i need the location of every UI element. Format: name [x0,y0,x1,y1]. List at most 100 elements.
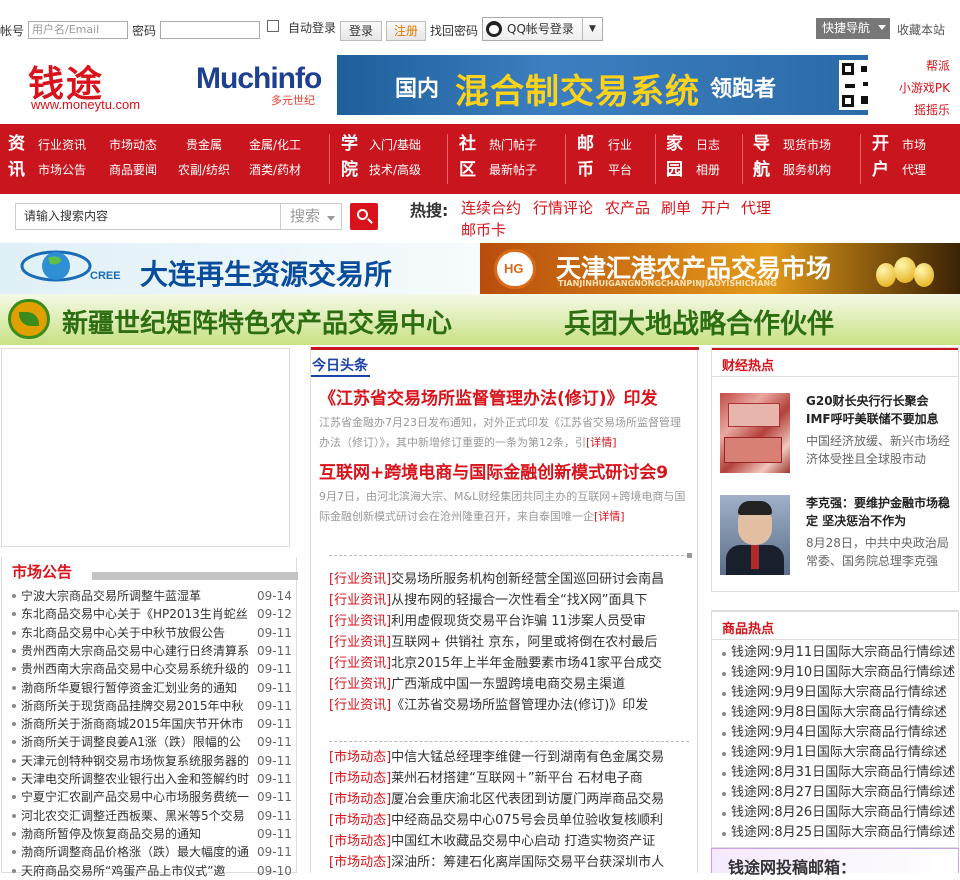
notice-list-item[interactable]: 浙商所关于调整良姜A1涨（跌）限幅的公 09-11 [10,733,294,751]
industry-news-item[interactable]: [行业资讯]交易场所服务机构创新经营全国巡回研讨会南昌 [329,570,691,590]
notice-title[interactable]: 渤商所华夏银行暂停资金汇划业务的通知 [21,679,253,697]
notice-list-item[interactable]: 浙商所关于现货商品挂牌交易2015年中秋 09-11 [10,697,294,715]
news-title-link[interactable]: 深油所：筹建石化离岸国际交易平台获深圳市人 [391,855,664,870]
headline-2[interactable]: 互联网+跨境电商与国际金融创新模式研讨会9 [319,458,694,483]
commodity-hot-link[interactable]: 钱途网:9月4日国际大宗商品行情综述 [731,723,947,743]
register-button[interactable]: 注册 [386,21,426,41]
notice-title[interactable]: 河北农交汇调整迁西板栗、黑米等5个交易 [21,807,253,825]
news-category-link[interactable]: [市场动态] [329,750,391,765]
news-category-link[interactable]: [行业资讯] [329,656,391,671]
commodity-hot-item[interactable]: 钱途网:9月4日国际大宗商品行情综述 [720,723,956,743]
nav-item-market-trends[interactable]: 市场动态 [109,136,157,153]
notice-title[interactable]: 贵州西南大宗商品交易中心交易系统升级的 [21,660,253,678]
headline-1[interactable]: 《江苏省交易场所监督管理办法(修订)》印发 [319,384,694,409]
news-category-link[interactable]: [行业资讯] [329,635,391,650]
notice-list-item[interactable]: 贵州西南大宗商品交易中心建行日终清算系 09-11 [10,642,294,660]
notice-list-item[interactable]: 天津电交所调整农业银行出入金和签解约时 09-11 [10,770,294,788]
password-input[interactable] [160,21,260,39]
commodity-hot-item[interactable]: 钱途网:9月8日国际大宗商品行情综述 [720,703,956,723]
nav-item-precious-metals[interactable]: 贵金属 [186,136,222,153]
notice-list-item[interactable]: 东北商品交易中心关于《HP2013生肖蛇丝 09-12 [10,605,294,623]
hot-word[interactable]: 刷单 [661,197,691,218]
industry-news-item[interactable]: [行业资讯]广西渐成中国一东盟跨境电商交易主渠道 [329,675,691,695]
industry-news-item[interactable]: [行业资讯]利用虚假现货交易平台诈骗 11涉案人员受审 [329,612,691,632]
commodity-hot-link[interactable]: 钱途网:9月8日国际大宗商品行情综述 [731,703,947,723]
nav-item-agri-textile[interactable]: 农副/纺织 [178,161,230,178]
top-banner-ad[interactable]: 国内 混合制交易系统 领跑者 [337,55,868,115]
commodity-hot-link[interactable]: 钱途网:9月10日国际大宗商品行情综述 [731,663,955,683]
side-link-gang[interactable]: 帮派 [890,55,950,77]
commodity-hot-item[interactable]: 钱途网:8月31日国际大宗商品行情综述 [720,763,956,783]
news-category-link[interactable]: [市场动态] [329,813,391,828]
ad-banner-xinjiang[interactable]: 新疆世纪矩阵特色农产品交易中心 兵团大地战略合作伙伴 [0,294,960,345]
nav-item-market-notice[interactable]: 市场公告 [38,161,86,178]
search-input[interactable]: 请输入搜索内容 [15,203,281,230]
news-category-link[interactable]: [市场动态] [329,855,391,870]
news-title-link[interactable]: 广西渐成中国一东盟跨境电商交易主渠道 [391,677,625,692]
news-category-link[interactable]: [市场动态] [329,834,391,849]
notice-title[interactable]: 宁波大宗商品交易所调整牛蓝湿革 [21,587,253,605]
submission-email-banner[interactable]: 钱途网投稿邮箱： [711,848,959,877]
banknotes-image[interactable] [720,393,790,473]
nav-item-liquor-herbs[interactable]: 酒类/药材 [249,161,301,178]
nav-item-open-market[interactable]: 市场 [902,136,926,153]
news-title-link[interactable]: 从搜布网的轻撮合一次性看全“找X网”面具下 [391,593,647,608]
commodity-hot-title[interactable]: 商品热点 [722,618,774,637]
notice-list-item[interactable]: 天府商品交易所“鸡蛋产品上市仪式”邀 09-10 [10,862,294,880]
notice-title[interactable]: 宁夏宁汇农副产品交易中心市场服务费统一 [21,788,253,806]
detail-link[interactable]: [详情] [586,436,617,449]
qq-login-button[interactable]: QQ帐号登录 ▼ [482,17,603,41]
market-trend-item[interactable]: [市场动态]中国红木收藏品交易中心启动 打造实物资产证 [329,832,691,852]
notice-list-item[interactable]: 东北商品交易中心关于中秋节放假公告 09-11 [10,624,294,642]
commodity-hot-link[interactable]: 钱途网:8月26日国际大宗商品行情综述 [731,803,955,823]
nav-item-spot-markets[interactable]: 现货市场 [783,136,831,153]
market-trend-item[interactable]: [市场动态]中经商品交易中心075号会员单位验收复核顺利 [329,811,691,831]
commodity-hot-link[interactable]: 钱途网:8月25日国际大宗商品行情综述 [731,823,955,843]
news-category-link[interactable]: [市场动态] [329,792,391,807]
nav-item-metal-chem[interactable]: 金属/化工 [249,136,301,153]
commodity-hot-link[interactable]: 钱途网:8月31日国际大宗商品行情综述 [731,763,955,783]
news-category-link[interactable]: [行业资讯] [329,677,391,692]
username-input[interactable]: 用户名/Email [28,21,128,39]
industry-news-item[interactable]: [行业资讯]《江苏省交易场所监督管理办法(修订)》印发 [329,696,691,716]
commodity-hot-link[interactable]: 钱途网:9月9日国际大宗商品行情综述 [731,683,947,703]
nav-item-stamp-industry[interactable]: 行业 [608,136,632,153]
market-notice-title[interactable]: 市场公告 [12,561,72,582]
login-button[interactable]: 登录 [340,21,382,41]
commodity-hot-link[interactable]: 钱途网:8月27日国际大宗商品行情综述 [731,783,955,803]
notice-list-item[interactable]: 宁夏宁汇农副产品交易中心市场服务费统一 09-11 [10,788,294,806]
news-title-link[interactable]: 互联网+ 供销社 京东，阿里或将倒在农村最后 [391,635,657,650]
hot-word[interactable]: 邮币卡 [461,219,506,240]
side-link-game[interactable]: 小游戏PK [890,77,950,99]
quick-nav-dropdown[interactable]: 快捷导航 [816,18,890,39]
news-category-link[interactable]: [市场动态] [329,771,391,786]
notice-title[interactable]: 天府商品交易所“鸡蛋产品上市仪式”邀 [21,862,253,880]
ad-banner-dalian[interactable]: CREE 大连再生资源交易所 [0,243,480,294]
hot-word[interactable]: 农产品 [605,197,650,218]
auto-login-checkbox[interactable] [267,20,279,32]
news-title-link[interactable]: 中经商品交易中心075号会员单位验收复核顺利 [391,813,663,828]
hot-word[interactable]: 行情评论 [533,197,593,218]
hot-word[interactable]: 开户 [701,197,731,218]
commodity-hot-item[interactable]: 钱途网:9月10日国际大宗商品行情综述 [720,663,956,683]
nav-item-commodity-news[interactable]: 商品要闻 [109,161,157,178]
nav-item-service-orgs[interactable]: 服务机构 [783,161,831,178]
commodity-hot-link[interactable]: 钱途网:9月1日国际大宗商品行情综述 [731,743,947,763]
notice-title[interactable]: 浙商所关于浙商商城2015年国庆节开休市 [21,715,253,733]
hot-word[interactable]: 代理 [741,197,771,218]
nav-item-open-agent[interactable]: 代理 [902,161,926,178]
notice-title[interactable]: 渤商所调整商品价格涨（跌）最大幅度的通 [21,843,253,861]
news-title-link[interactable]: 交易场所服务机构创新经营全国巡回研讨会南昌 [391,572,664,587]
finance-hot-item-title[interactable]: 李克强：要维护金融市场稳定 坚决惩治不作为 [806,494,951,530]
recover-password-link[interactable]: 找回密码 [430,22,478,39]
news-category-link[interactable]: [行业资讯] [329,614,391,629]
search-button[interactable] [350,203,378,230]
notice-list-item[interactable]: 河北农交汇调整迁西板栗、黑米等5个交易 09-11 [10,807,294,825]
news-title-link[interactable]: 利用虚假现货交易平台诈骗 11涉案人员受审 [391,614,646,629]
notice-title[interactable]: 浙商所关于调整良姜A1涨（跌）限幅的公 [21,733,253,751]
finance-hot-item-title[interactable]: G20财长央行行长聚会 IMF呼吁美联储不要加息 [806,392,951,428]
news-category-link[interactable]: [行业资讯] [329,593,391,608]
notice-list-item[interactable]: 天津元创特种钢交易市场恢复系统服务器的 09-11 [10,752,294,770]
market-trend-item[interactable]: [市场动态]莱州石材搭建“互联网＋”新平台 石材电子商 [329,769,691,789]
news-title-link[interactable]: 中国红木收藏品交易中心启动 打造实物资产证 [391,834,655,849]
